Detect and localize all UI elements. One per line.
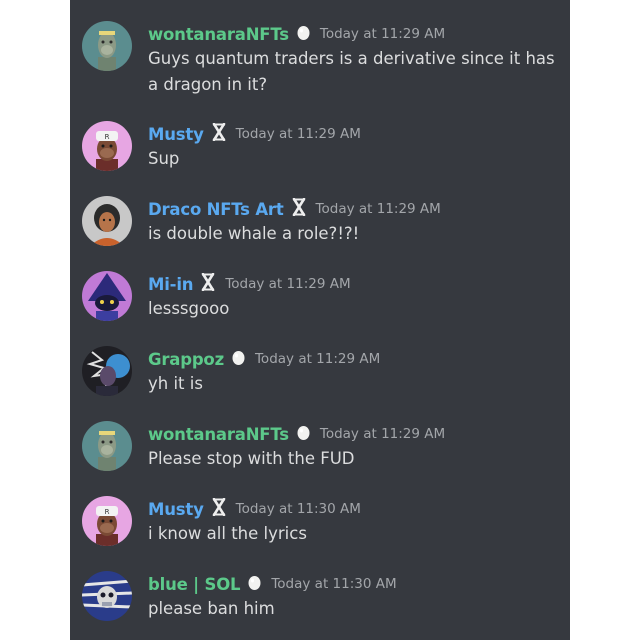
egg-badge-icon [297, 24, 310, 44]
message-header: Mi-in Today at 11:29 AM [148, 272, 351, 296]
timestamp: Today at 11:29 AM [254, 351, 381, 367]
svg-text:R: R [105, 508, 110, 516]
message-text: please ban him [148, 599, 275, 618]
timestamp: Today at 11:30 AM [235, 501, 361, 517]
mage-avatar-image [82, 271, 132, 321]
timestamp: Today at 11:29 AM [225, 276, 351, 292]
ape-avatar-image [82, 21, 132, 71]
message-text: Guys quantum traders is a derivative sin… [148, 49, 555, 94]
message-text: i know all the lyrics [148, 524, 307, 543]
woman-avatar-image [82, 196, 132, 246]
message-header: wontanaraNFTs Today at 11:29 AM [148, 422, 445, 446]
timestamp: Today at 11:29 AM [315, 201, 441, 217]
egg-badge-icon [297, 424, 310, 444]
message-header: blue | SOL Today at 11:30 AM [148, 572, 397, 596]
ape-avatar-image: R [82, 121, 132, 171]
username[interactable]: Musty [148, 125, 204, 144]
message-header: Musty Today at 11:30 AM [148, 497, 361, 521]
avatar[interactable] [82, 21, 132, 71]
x-badge-icon [212, 497, 226, 520]
timestamp: Today at 11:29 AM [319, 426, 446, 442]
avatar[interactable] [82, 421, 132, 471]
svg-text:R: R [105, 133, 110, 141]
skull-avatar-image [82, 571, 132, 621]
message-text: Please stop with the FUD [148, 449, 355, 468]
timestamp: Today at 11:29 AM [235, 126, 361, 142]
x-badge-icon [201, 272, 215, 295]
egg-badge-icon [248, 574, 261, 594]
ape-avatar-image: R [82, 496, 132, 546]
chat-message-list: wontanaraNFTs Today at 11:29 AM Guys qua… [70, 0, 570, 640]
avatar[interactable] [82, 346, 132, 396]
avatar[interactable] [82, 271, 132, 321]
message-text: is double whale a role?!?! [148, 224, 360, 243]
username[interactable]: blue | SOL [148, 575, 241, 594]
x-badge-icon [212, 122, 226, 145]
message-header: Grappoz Today at 11:29 AM [148, 347, 380, 371]
message-text: Sup [148, 149, 180, 168]
avatar[interactable] [82, 571, 132, 621]
message-header: wontanaraNFTs Today at 11:29 AM [148, 22, 445, 46]
avatar[interactable]: R [82, 496, 132, 546]
message-text: lesssgooo [148, 299, 230, 318]
x-badge-icon [292, 197, 306, 220]
username[interactable]: wontanaraNFTs [148, 425, 289, 444]
username[interactable]: Grappoz [148, 350, 224, 369]
username[interactable]: Draco NFTs Art [148, 200, 284, 219]
avatar[interactable]: R [82, 121, 132, 171]
username[interactable]: Musty [148, 500, 204, 519]
message-header: Musty Today at 11:29 AM [148, 122, 361, 146]
message-text: yh it is [148, 374, 203, 393]
ape-avatar-image [82, 421, 132, 471]
egg-badge-icon [232, 349, 245, 369]
timestamp: Today at 11:29 AM [319, 26, 446, 42]
character-avatar-image [82, 346, 132, 396]
username[interactable]: Mi-in [148, 275, 194, 294]
username[interactable]: wontanaraNFTs [148, 25, 289, 44]
timestamp: Today at 11:30 AM [271, 576, 397, 592]
message-header: Draco NFTs Art Today at 11:29 AM [148, 197, 441, 221]
avatar[interactable] [82, 196, 132, 246]
